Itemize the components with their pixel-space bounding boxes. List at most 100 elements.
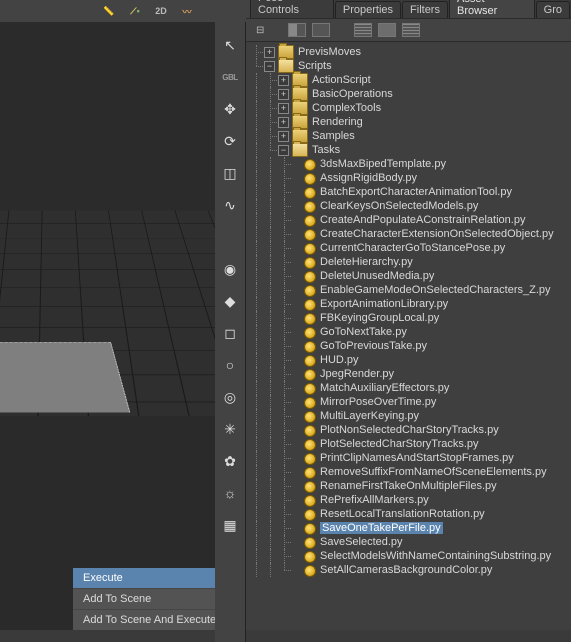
tree-file[interactable]: GoToNextTake.py [250,325,571,339]
tree-folder[interactable]: + PrevisMoves [250,45,571,59]
ruler-icon[interactable]: 📏 [100,2,118,20]
context-menu-item[interactable]: Add To Scene And Execute [73,609,216,630]
tree-label: Scripts [298,60,332,72]
tree-label: JpegRender.py [320,368,394,380]
global-mode-icon[interactable]: GBL [219,66,241,88]
tree-file[interactable]: ClearKeysOnSelectedModels.py [250,199,571,213]
tree-file[interactable]: MultiLayerKeying.py [250,409,571,423]
sphere-icon[interactable]: ○ [219,354,241,376]
tree-file[interactable]: CurrentCharacterGoToStancePose.py [250,241,571,255]
python-file-icon [304,411,316,423]
brush-icon[interactable]: 〰 [178,2,196,20]
tree-toggle[interactable]: − [278,145,289,156]
tree-file[interactable]: RePrefixAllMarkers.py [250,493,571,507]
tree-file[interactable]: JpegRender.py [250,367,571,381]
tree-toggle[interactable]: − [264,61,275,72]
python-file-icon [304,425,316,437]
tree-toggle[interactable]: + [278,89,289,100]
tree-file[interactable]: BatchExportCharacterAnimationTool.py [250,185,571,199]
move-tool-icon[interactable]: ✥ [219,98,241,120]
view-single-button[interactable] [312,23,330,37]
tree-file[interactable]: CreateAndPopulateAConstrainRelation.py [250,213,571,227]
tree-toggle[interactable]: + [278,75,289,86]
tree-folder[interactable]: − Tasks [250,143,571,157]
mode-2d-icon[interactable]: 2D [152,2,170,20]
arc-icon[interactable]: ⟋• [126,2,144,20]
tree-file[interactable]: EnableGameModeOnSelectedCharacters_Z.py [250,283,571,297]
rotate-tool-icon[interactable]: ⟳ [219,130,241,152]
tree-file[interactable]: PrintClipNamesAndStartStopFrames.py [250,451,571,465]
tab-properties[interactable]: Properties [335,1,401,18]
tree-collapse-icon[interactable]: ⊟ [256,25,264,36]
tree-label: ActionScript [312,74,371,86]
viewport-3d[interactable]: ExecuteAdd To SceneAdd To Scene And Exec… [0,22,216,630]
tree-file[interactable]: MirrorPoseOverTime.py [250,395,571,409]
tree-file[interactable]: DeleteHierarchy.py [250,255,571,269]
tree-file[interactable]: FBKeyingGroupLocal.py [250,311,571,325]
tree-file[interactable]: RenameFirstTakeOnMultipleFiles.py [250,479,571,493]
python-file-icon [304,159,316,171]
asset-tree[interactable]: + PrevisMoves − Scripts + ActionScript +… [246,41,571,630]
tab-asset-browser[interactable]: Asset Browser [449,0,535,19]
tree-file[interactable]: AssignRigidBody.py [250,171,571,185]
tree-label: 3dsMaxBipedTemplate.py [320,158,446,170]
tree-file[interactable]: ResetLocalTranslationRotation.py [250,507,571,521]
tree-file[interactable]: ExportAnimationLibrary.py [250,297,571,311]
context-menu-item[interactable]: Add To Scene [73,588,216,609]
cube-icon[interactable]: ◻ [219,322,241,344]
tree-file[interactable]: SaveOneTakePerFile.py [250,521,571,535]
hierarchy-color-icon[interactable]: ◆ [219,290,241,312]
tree-label: CreateCharacterExtensionOnSelectedObject… [320,228,554,240]
tree-label: Tasks [312,144,340,156]
tree-toggle[interactable]: + [278,131,289,142]
tree-file[interactable]: PlotNonSelectedCharStoryTracks.py [250,423,571,437]
tree-label: SaveSelected.py [320,536,403,548]
tree-label: SetAllCamerasBackgroundColor.py [320,564,492,576]
globe-dot-icon[interactable]: ◉ [219,258,241,280]
gear-icon[interactable]: ✿ [219,450,241,472]
tree-label: GoToNextTake.py [320,326,407,338]
tree-label: ResetLocalTranslationRotation.py [320,508,485,520]
tree-file[interactable]: RemoveSuffixFromNameOfSceneElements.py [250,465,571,479]
tree-toggle[interactable]: + [264,47,275,58]
select-tool-icon[interactable]: ↖ [219,34,241,56]
tree-file[interactable]: GoToPreviousTake.py [250,339,571,353]
python-file-icon [304,509,316,521]
spline-tool-icon[interactable]: ∿ [219,194,241,216]
context-menu-item[interactable]: Execute [73,568,216,588]
tab-groups[interactable]: Gro [536,1,570,18]
tree-file[interactable]: PlotSelectedCharStoryTracks.py [250,437,571,451]
sun-icon[interactable]: ☼ [219,482,241,504]
tree-file[interactable]: MatchAuxiliaryEffectors.py [250,381,571,395]
python-file-icon [304,439,316,451]
tree-file[interactable]: 3dsMaxBipedTemplate.py [250,157,571,171]
tree-label: CurrentCharacterGoToStancePose.py [320,242,505,254]
tree-file[interactable]: DeleteUnusedMedia.py [250,269,571,283]
view-large-button[interactable] [378,23,396,37]
torus-icon[interactable]: ◎ [219,386,241,408]
python-file-icon [304,481,316,493]
tree-file[interactable]: SetAllCamerasBackgroundColor.py [250,563,571,577]
star-burst-icon[interactable]: ✳ [219,418,241,440]
tree-file[interactable]: CreateCharacterExtensionOnSelectedObject… [250,227,571,241]
divider1[interactable] [219,226,241,248]
tree-file[interactable]: SaveSelected.py [250,535,571,549]
view-list-button[interactable] [354,23,372,37]
tree-file[interactable]: SelectModelsWithNameContainingSubstring.… [250,549,571,563]
python-file-icon [304,369,316,381]
tree-label: ClearKeysOnSelectedModels.py [320,200,478,212]
wireframe-icon[interactable]: ▦ [219,514,241,536]
tree-label: Rendering [312,116,363,128]
tree-toggle[interactable]: + [278,117,289,128]
tab-pose-controls[interactable]: Pose Controls [250,0,334,18]
tree-label: GoToPreviousTake.py [320,340,427,352]
tool-column: ↖ GBL ✥ ⟳ ◫ ∿ ◉ ◆ ◻ ○ ◎ ✳ ✿ ☼ ▦ [215,22,246,642]
python-file-icon [304,257,316,269]
scale-tool-icon[interactable]: ◫ [219,162,241,184]
tree-toggle[interactable]: + [278,103,289,114]
view-split-button[interactable] [288,23,306,37]
view-details-button[interactable] [402,23,420,37]
tab-filters[interactable]: Filters [402,1,448,18]
tree-file[interactable]: HUD.py [250,353,571,367]
tree-label: SelectModelsWithNameContainingSubstring.… [320,550,551,562]
